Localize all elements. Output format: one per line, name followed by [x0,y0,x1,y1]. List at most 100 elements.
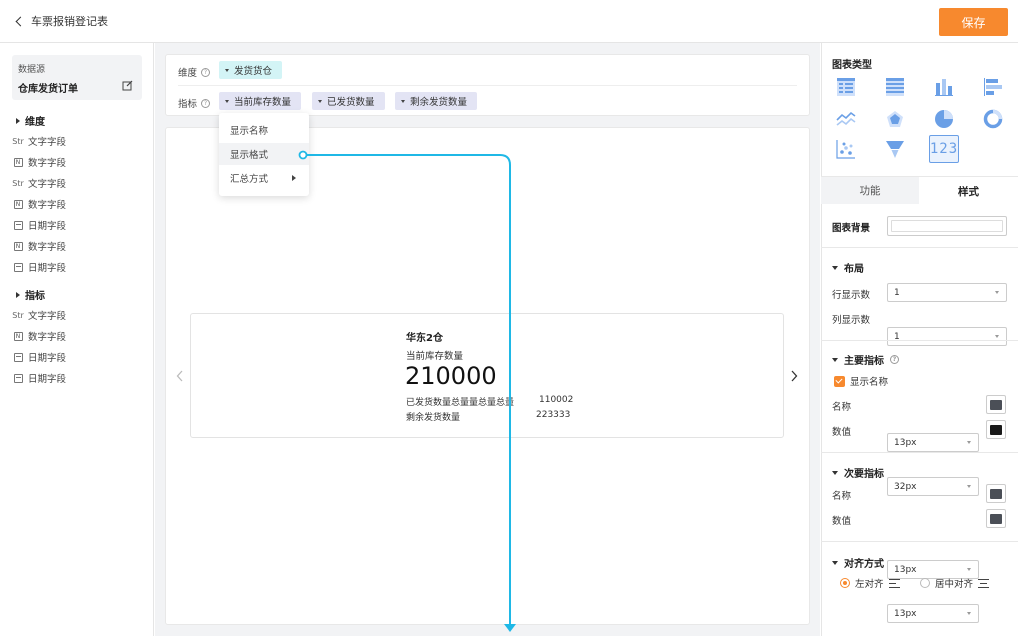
caret-down-icon [967,568,971,571]
dimension-row-label: 维度 [178,68,198,79]
datasource-label: 数据源 [18,65,46,75]
caret-down-icon [995,335,999,338]
caret-down-icon [832,265,838,270]
chart-type-funnel-icon[interactable] [884,138,906,160]
chart-type-line-icon[interactable] [835,108,857,130]
chart-type-bar-icon[interactable] [982,76,1004,98]
primary-value-size-select[interactable]: 32px [887,477,979,496]
align-left-icon [888,578,900,588]
primary-value-color-swatch[interactable] [986,420,1006,439]
align-center-radio[interactable] [920,578,930,588]
metric-field-item[interactable]: N 数字字段 [12,329,66,343]
dim-field-item[interactable]: N 数字字段 [12,239,66,253]
chevron-right-icon[interactable] [790,370,798,382]
tab-function[interactable]: 功能 [821,177,919,204]
chart-type-radar-icon[interactable] [884,108,906,130]
field-label: 数字字段 [28,200,67,211]
show-name-checkbox[interactable] [834,375,845,387]
align-center-option[interactable]: 居中对齐 [920,576,990,590]
field-label: 文字字段 [28,137,67,148]
dim-field-item[interactable]: 日期字段 [12,218,66,232]
field-label: 文字字段 [28,179,67,190]
tab-style[interactable]: 样式 [919,177,1018,205]
cols-per-view-select[interactable]: 1 [887,327,1007,346]
primary-name-color-swatch[interactable] [986,395,1006,414]
metric-field-item[interactable]: 日期字段 [12,350,66,364]
number-type-icon: N [12,199,24,209]
text-type-icon: Str [12,178,24,188]
caret-right-icon [16,117,20,124]
select-value: 13px [894,437,917,448]
select-value: 32px [894,481,917,492]
menu-item-show-name[interactable]: 显示名称 [219,119,309,141]
caret-down-icon [995,291,999,294]
dimension-chip[interactable]: 发货货仓 [219,61,283,79]
metric-field-item[interactable]: 日期字段 [12,371,66,385]
align-center-label: 居中对齐 [935,579,974,590]
save-button[interactable]: 保存 [939,8,1008,36]
metric-section-header[interactable]: 指标 [16,287,45,302]
help-icon[interactable]: ? [890,355,899,364]
dimension-section-header[interactable]: 维度 [16,113,45,128]
field-label: 日期字段 [28,221,67,232]
field-label: 日期字段 [28,374,67,385]
menu-item-label: 汇总方式 [230,174,269,185]
primary-name-size-select[interactable]: 13px [887,433,979,452]
dim-field-item[interactable]: N 数字字段 [12,155,66,169]
dim-field-item[interactable]: Str 文字字段 [12,176,67,191]
caret-down-icon [967,485,971,488]
caret-down-icon [832,560,838,565]
chart-type-table-icon[interactable] [835,76,857,98]
chart-type-scatter-icon[interactable] [835,138,857,160]
top-bar [0,0,1018,43]
calendar-icon [12,373,24,383]
chart-background-label: 图表背景 [832,223,871,234]
rows-per-view-select[interactable]: 1 [887,283,1007,302]
metric-chip-label: 剩余发货数量 [410,97,468,108]
dim-field-item[interactable]: Str 文字字段 [12,134,67,149]
alignment-section-header[interactable]: 对齐方式 [832,555,884,570]
metric-chip-remaining[interactable]: 剩余发货数量 [395,92,478,110]
help-icon[interactable]: ? [201,98,211,108]
help-icon[interactable]: ? [201,67,211,77]
secondary-name-color-swatch[interactable] [986,484,1006,503]
dim-field-item[interactable]: N 数字字段 [12,197,66,211]
secondary-name-size-label: 名称 [832,491,852,502]
edit-icon[interactable] [122,80,133,91]
align-left-radio[interactable] [840,578,850,588]
secondary-metric-value: 110002 [539,395,574,405]
primary-metric-section-header[interactable]: 主要指标? [832,352,899,367]
metric-chip-stock[interactable]: 当前库存数量 [219,92,302,110]
align-left-option[interactable]: 左对齐 [840,576,900,590]
caret-right-icon [16,291,20,298]
chevron-left-icon[interactable] [176,370,184,382]
show-name-checkbox-row[interactable]: 显示名称 [834,374,888,388]
chart-type-pivot-icon[interactable] [884,76,906,98]
field-label: 日期字段 [28,263,67,274]
chart-type-donut-icon[interactable] [982,108,1004,130]
secondary-value-size-select[interactable]: 13px [887,604,979,623]
chart-type-title: 图表类型 [832,60,872,71]
metric-chip-shipped[interactable]: 已发货数量 [312,92,385,110]
select-value: 1 [894,287,900,298]
datasource-name: 仓库发货订单 [18,84,78,95]
primary-value-size-label: 数值 [832,427,852,438]
datasource-box[interactable]: 数据源 仓库发货订单 [12,55,142,100]
dimension-chip-label: 发货货仓 [234,66,273,77]
secondary-metric-section-header[interactable]: 次要指标 [832,465,884,480]
field-label: 数字字段 [28,332,67,343]
dim-field-item[interactable]: 日期字段 [12,260,66,274]
chart-type-kpi-icon[interactable]: 123 [929,135,959,163]
select-value: 13px [894,564,917,575]
back-button[interactable]: 车票报销登记表 [15,13,108,29]
chart-type-column-icon[interactable] [933,76,955,98]
caret-down-icon [225,68,229,72]
chart-background-color-picker[interactable] [887,216,1007,236]
caret-down-icon [967,612,971,615]
secondary-value-color-swatch[interactable] [986,509,1006,528]
chart-type-pie-icon[interactable] [933,108,955,130]
calendar-icon [12,262,24,272]
divider [178,85,797,86]
metric-field-item[interactable]: Str 文字字段 [12,308,66,323]
layout-section-header[interactable]: 布局 [832,260,864,275]
